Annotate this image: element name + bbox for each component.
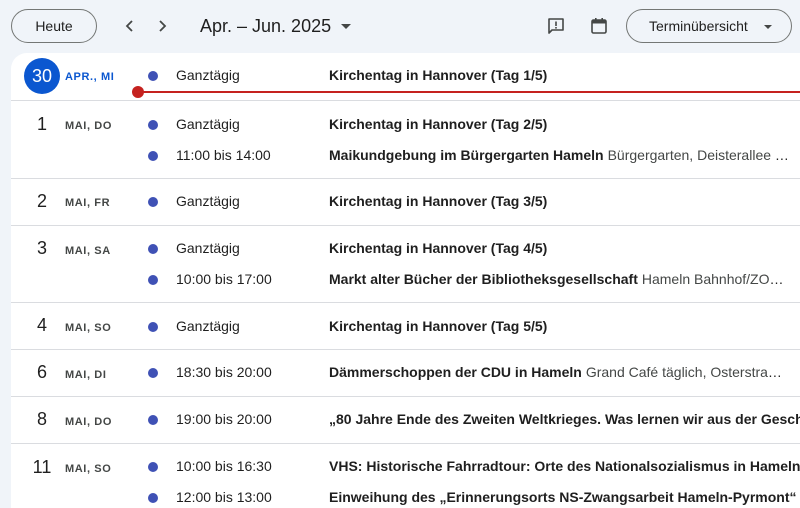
current-time-line: [141, 91, 800, 93]
event-row[interactable]: Ganztägig Kirchentag in Hannover (Tag 5/…: [11, 317, 800, 337]
event-title: Kirchentag in Hannover (Tag 4/5): [329, 240, 548, 256]
event-text: Kirchentag in Hannover (Tag 2/5): [329, 116, 789, 132]
previous-period-button[interactable]: [114, 10, 146, 42]
event-time: Ganztägig: [176, 240, 240, 256]
event-time: 10:00 bis 17:00: [176, 271, 272, 287]
event-dot-icon: [148, 275, 158, 285]
event-dot-icon: [148, 120, 158, 130]
next-period-button[interactable]: [146, 10, 178, 42]
event-row[interactable]: Ganztägig Kirchentag in Hannover (Tag 1/…: [11, 66, 800, 86]
event-time: 19:00 bis 20:00: [176, 411, 272, 427]
event-text: Markt alter Bücher der Bibliotheksgesell…: [329, 271, 789, 287]
day-group: 3 MAI, SA Ganztägig Kirchentag in Hannov…: [11, 226, 800, 303]
date-range-label: Apr. – Jun. 2025: [200, 15, 332, 36]
event-location: Hameln Bahnhof/ZOB, ...: [641, 271, 789, 287]
view-selector-button[interactable]: Terminübersicht: [626, 9, 792, 43]
event-dot-icon: [148, 322, 158, 332]
event-time: 11:00 bis 14:00: [176, 147, 271, 163]
caret-down-icon: [341, 23, 352, 29]
day-group: 2 MAI, FR Ganztägig Kirchentag in Hannov…: [11, 179, 800, 226]
event-dot-icon: [148, 493, 158, 503]
event-row[interactable]: 10:00 bis 17:00 Markt alter Bücher der B…: [11, 270, 800, 290]
event-time: 10:00 bis 16:30: [176, 458, 272, 474]
event-dot-icon: [148, 244, 158, 254]
day-group: 1 MAI, DO Ganztägig Kirchentag in Hannov…: [11, 101, 800, 179]
event-title: Kirchentag in Hannover (Tag 5/5): [329, 318, 548, 334]
event-title: Kirchentag in Hannover (Tag 3/5): [329, 193, 548, 209]
event-title: „80 Jahre Ende des Zweiten Weltkrieges. …: [329, 411, 800, 427]
event-title: Einweihung des „Erinnerungsorts NS-Zwang…: [329, 489, 797, 505]
date-range-selector[interactable]: Apr. – Jun. 2025: [200, 13, 352, 39]
event-time: Ganztägig: [176, 67, 240, 83]
event-row[interactable]: 10:00 bis 16:30 VHS: Historische Fahrrad…: [11, 457, 800, 477]
event-text: Einweihung des „Erinnerungsorts NS-Zwang…: [329, 489, 800, 505]
event-row[interactable]: 19:00 bis 20:00 „80 Jahre Ende des Zweit…: [11, 410, 800, 430]
feedback-button[interactable]: [542, 12, 570, 40]
event-time: Ganztägig: [176, 116, 240, 132]
event-row[interactable]: Ganztägig Kirchentag in Hannover (Tag 4/…: [11, 239, 800, 259]
event-row[interactable]: 18:30 bis 20:00 Dämmerschoppen der CDU i…: [11, 363, 800, 383]
event-row[interactable]: Ganztägig Kirchentag in Hannover (Tag 2/…: [11, 115, 800, 135]
event-row[interactable]: Ganztägig Kirchentag in Hannover (Tag 3/…: [11, 192, 800, 212]
feedback-icon: [548, 18, 564, 34]
day-group: 6 MAI, DI 18:30 bis 20:00 Dämmerschoppen…: [11, 350, 800, 397]
event-dot-icon: [148, 415, 158, 425]
day-group: 11 MAI, SO 10:00 bis 16:30 VHS: Historis…: [11, 444, 800, 508]
toolbar: Heute Apr. – Jun. 2025 Terminübersicht: [0, 0, 800, 52]
event-text: Kirchentag in Hannover (Tag 3/5): [329, 193, 789, 209]
event-title: Maikundgebung im Bürgergarten Hameln: [329, 147, 604, 163]
event-dot-icon: [148, 368, 158, 378]
event-time: 18:30 bis 20:00: [176, 364, 272, 380]
day-group: 30 APR., MI Ganztägig Kirchentag in Hann…: [11, 53, 800, 101]
event-dot-icon: [148, 462, 158, 472]
event-location: Bürgergarten, Deisterallee 7, ...: [607, 147, 789, 163]
view-selector-label: Terminübersicht: [649, 18, 748, 34]
event-text: Maikundgebung im Bürgergarten Hameln Bürg…: [329, 147, 789, 163]
event-time: 12:00 bis 13:00: [176, 489, 272, 505]
chevron-left-icon: [125, 20, 133, 32]
day-group: 4 MAI, SO Ganztägig Kirchentag in Hannov…: [11, 303, 800, 350]
event-row[interactable]: 11:00 bis 14:00 Maikundgebung im Bürgerg…: [11, 146, 800, 166]
event-text: VHS: Historische Fahrradtour: Orte des N…: [329, 458, 800, 474]
event-title: Kirchentag in Hannover (Tag 1/5): [329, 67, 548, 83]
day-group: 8 MAI, DO 19:00 bis 20:00 „80 Jahre Ende…: [11, 397, 800, 444]
event-dot-icon: [148, 151, 158, 161]
chevron-right-icon: [159, 20, 167, 32]
caret-down-icon: [764, 25, 772, 29]
event-title: VHS: Historische Fahrradtour: Orte des N…: [329, 458, 800, 474]
calendar-toggle-button[interactable]: [585, 12, 613, 40]
event-time: Ganztägig: [176, 318, 240, 334]
event-dot-icon: [148, 71, 158, 81]
calendar-icon: [591, 18, 607, 34]
today-button[interactable]: Heute: [11, 9, 97, 43]
event-text: Dämmerschoppen der CDU in Hameln Grand Ca…: [329, 364, 789, 380]
schedule-list: 30 APR., MI Ganztägig Kirchentag in Hann…: [11, 53, 800, 508]
event-time: Ganztägig: [176, 193, 240, 209]
event-text: Kirchentag in Hannover (Tag 5/5): [329, 318, 789, 334]
event-text: Kirchentag in Hannover (Tag 4/5): [329, 240, 789, 256]
event-title: Markt alter Bücher der Bibliotheksgesell…: [329, 271, 638, 287]
event-title: Dämmerschoppen der CDU in Hameln: [329, 364, 582, 380]
event-location: Grand Café täglich, Osterstraße ...: [585, 364, 789, 380]
event-title: Kirchentag in Hannover (Tag 2/5): [329, 116, 548, 132]
event-dot-icon: [148, 197, 158, 207]
event-row[interactable]: 12:00 bis 13:00 Einweihung des „Erinneru…: [11, 488, 800, 508]
event-text: „80 Jahre Ende des Zweiten Weltkrieges. …: [329, 411, 800, 427]
event-text: Kirchentag in Hannover (Tag 1/5): [329, 67, 789, 83]
